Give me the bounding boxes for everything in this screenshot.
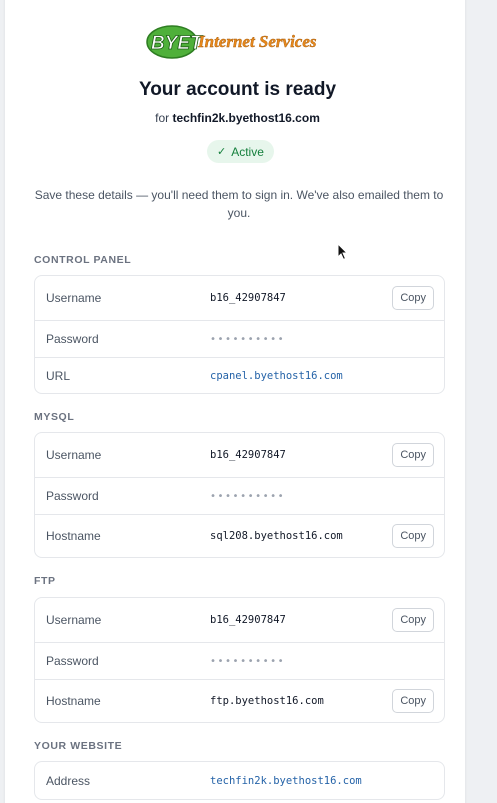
ftp-username-value: b16_42907847 bbox=[210, 614, 286, 626]
status-badge: ✓ Active bbox=[207, 140, 274, 163]
ftp-username-row: Username b16_42907847 Copy bbox=[35, 598, 444, 642]
section-label-control-panel: CONTROL PANEL bbox=[34, 254, 132, 266]
mysql-username-row: Username b16_42907847 Copy bbox=[35, 433, 444, 477]
page-subtitle: for techfin2k.byethost16.com bbox=[5, 111, 470, 125]
field-label: Hostname bbox=[46, 694, 101, 708]
field-label: Username bbox=[46, 291, 102, 305]
copy-button[interactable]: Copy bbox=[392, 443, 434, 467]
ftp-hostname-row: Hostname ftp.byethost16.com Copy bbox=[35, 679, 444, 722]
ftp-password-row: Password •••••••••• bbox=[35, 642, 444, 679]
mysql-username-value: b16_42907847 bbox=[210, 449, 286, 461]
account-card: BYET Internet Services Your account is r… bbox=[5, 0, 465, 803]
ftp-box: Username b16_42907847 Copy Password ••••… bbox=[34, 597, 445, 723]
ftp-password-value: •••••••••• bbox=[210, 655, 286, 667]
field-label: URL bbox=[46, 368, 71, 383]
account-domain: techfin2k.byethost16.com bbox=[172, 111, 320, 125]
svg-text:Internet Services: Internet Services bbox=[197, 32, 317, 51]
website-box: Address techfin2k.byethost16.com bbox=[34, 761, 445, 800]
mysql-password-value: •••••••••• bbox=[210, 490, 286, 502]
field-label: Password bbox=[46, 654, 99, 668]
field-label: Address bbox=[46, 773, 91, 788]
page-title: Your account is ready bbox=[138, 79, 337, 100]
control-panel-url-link[interactable]: cpanel.byethost16.com bbox=[210, 370, 343, 382]
check-icon: ✓ bbox=[217, 146, 227, 158]
subtitle-prefix: for bbox=[155, 111, 170, 125]
section-label-your-website: YOUR WEBSITE bbox=[34, 740, 123, 752]
website-address-row: Address techfin2k.byethost16.com bbox=[35, 762, 444, 799]
field-label: Username bbox=[46, 613, 102, 627]
copy-button[interactable]: Copy bbox=[392, 608, 434, 632]
ftp-hostname-value: ftp.byethost16.com bbox=[210, 695, 324, 707]
copy-button[interactable]: Copy bbox=[392, 524, 434, 548]
website-address-link[interactable]: techfin2k.byethost16.com bbox=[210, 775, 362, 787]
mysql-box: Username b16_42907847 Copy Password ••••… bbox=[34, 432, 445, 558]
copy-button[interactable]: Copy bbox=[392, 689, 434, 713]
control-panel-username-row: Username b16_42907847 Copy bbox=[35, 276, 444, 320]
mysql-password-row: Password •••••••••• bbox=[35, 477, 444, 514]
section-label-ftp: FTP bbox=[34, 575, 56, 587]
mysql-hostname-row: Hostname sql208.byethost16.com Copy bbox=[35, 514, 444, 557]
control-panel-password-value: •••••••••• bbox=[210, 333, 286, 345]
control-panel-username-value: b16_42907847 bbox=[210, 292, 286, 304]
byet-logo: BYET Internet Services bbox=[146, 25, 317, 59]
control-panel-password-row: Password •••••••••• bbox=[35, 320, 444, 357]
copy-button[interactable]: Copy bbox=[392, 286, 434, 310]
control-panel-box: Username b16_42907847 Copy Password ••••… bbox=[34, 275, 445, 394]
field-label: Hostname bbox=[46, 529, 101, 543]
save-details-note: Save these details — you'll need them to… bbox=[34, 188, 444, 220]
mouse-pointer-icon bbox=[337, 243, 349, 261]
control-panel-url-row: URL cpanel.byethost16.com bbox=[35, 357, 444, 393]
field-label: Password bbox=[46, 332, 99, 346]
field-label: Username bbox=[46, 448, 102, 462]
mysql-hostname-value: sql208.byethost16.com bbox=[210, 530, 343, 542]
svg-text:BYET: BYET bbox=[151, 33, 203, 54]
status-label: Active bbox=[231, 144, 264, 159]
section-label-mysql: MYSQL bbox=[34, 411, 75, 423]
field-label: Password bbox=[46, 489, 99, 503]
